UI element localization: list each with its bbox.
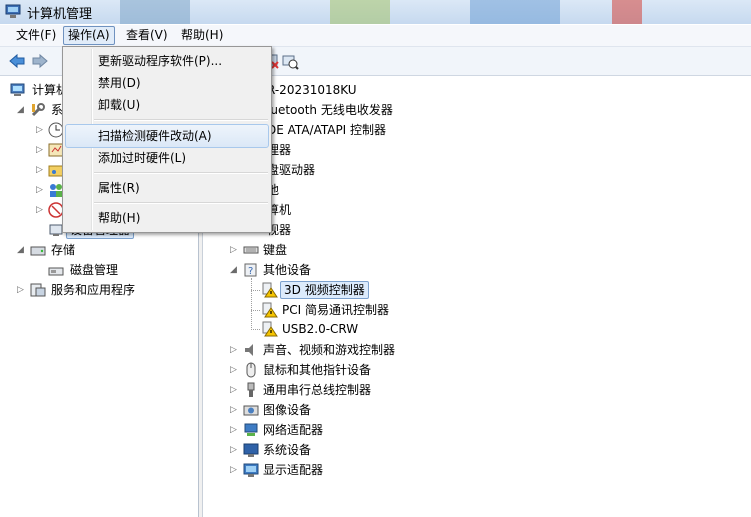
- computer-icon: [10, 83, 25, 96]
- collapse-arrow-icon[interactable]: ◢: [16, 100, 25, 120]
- menu-item-scan-hardware[interactable]: 扫描检测硬件改动(A): [65, 124, 269, 148]
- tree-label: 通用串行总线控制器: [263, 383, 372, 397]
- menu-item-add-legacy-hardware[interactable]: 添加过时硬件(L): [65, 147, 269, 169]
- tree-label: USB2.0-CRW: [282, 322, 359, 336]
- menu-item-properties[interactable]: 属性(R): [65, 177, 269, 199]
- tree-label: 网络适配器: [263, 423, 324, 437]
- tree-node-disk-management[interactable]: 磁盘管理: [48, 260, 138, 280]
- menu-view[interactable]: 查看(V): [122, 27, 172, 44]
- tree-label: luetooth 无线电收发器: [267, 103, 393, 117]
- tree-label: 盘驱动器: [267, 163, 316, 177]
- network-adapter-icon: [244, 423, 258, 436]
- usb-icon: [247, 382, 255, 397]
- tree-node-3d-video-controller[interactable]: 3D 视频控制器: [260, 280, 370, 300]
- services-icon: [30, 283, 46, 297]
- expand-arrow-icon[interactable]: ▷: [229, 440, 238, 460]
- forward-arrow-icon[interactable]: [31, 52, 49, 70]
- other-devices-icon: ?: [244, 263, 257, 277]
- menu-separator: [94, 202, 268, 204]
- window-title: 计算机管理: [27, 7, 93, 22]
- tree-label: 键盘: [263, 243, 288, 257]
- expand-arrow-icon[interactable]: ▷: [35, 160, 44, 180]
- device-tree-pane: R-20231018KU luetooth 无线电收发器 DE ATA/ATAP…: [204, 77, 751, 517]
- title-bg-decoration: [330, 0, 390, 24]
- menu-action[interactable]: 操作(A): [63, 26, 115, 45]
- expand-arrow-icon[interactable]: ▷: [229, 360, 238, 380]
- menu-item-update-driver[interactable]: 更新驱动程序软件(P)...: [65, 50, 269, 72]
- menu-help[interactable]: 帮助(H): [177, 27, 227, 44]
- tree-node-services-apps[interactable]: 服务和应用程序: [30, 280, 150, 300]
- tree-label: 存储: [51, 243, 76, 257]
- expand-arrow-icon[interactable]: ▷: [16, 280, 25, 300]
- menu-file[interactable]: 文件(F): [12, 27, 60, 44]
- tree-label: 鼠标和其他指针设备: [263, 363, 372, 377]
- expand-arrow-icon[interactable]: ▷: [35, 140, 44, 160]
- tree-line: [251, 290, 260, 291]
- menu-item-label: 属性(R): [98, 181, 140, 195]
- tree-label: 服务和应用程序: [51, 283, 136, 297]
- title-bg-decoration: [120, 0, 190, 24]
- tree-label: PCI 简易通讯控制器: [282, 303, 389, 317]
- tree-label: R-20231018KU: [267, 83, 357, 97]
- expand-arrow-icon[interactable]: ▷: [229, 380, 238, 400]
- title-bg-decoration: [470, 0, 560, 24]
- collapse-arrow-icon[interactable]: ◢: [16, 240, 25, 260]
- menu-item-label: 禁用(D): [98, 76, 141, 90]
- expand-arrow-icon[interactable]: ▷: [229, 420, 238, 440]
- tree-label: 图像设备: [263, 403, 312, 417]
- svg-text:?: ?: [248, 266, 253, 277]
- tree-label-selected: 3D 视频控制器: [280, 281, 369, 299]
- tree-line: [251, 329, 260, 330]
- title-bg-decoration: [612, 0, 642, 24]
- menu-bar: 文件(F) 操作(A) 查看(V) 帮助(H): [0, 25, 751, 47]
- menu-separator: [94, 172, 268, 174]
- camera-icon: [243, 405, 259, 416]
- expand-arrow-icon[interactable]: ▷: [35, 120, 44, 140]
- disk-management-icon: [48, 267, 64, 276]
- menu-item-label: 卸载(U): [98, 98, 141, 112]
- menu-item-label: 帮助(H): [98, 211, 141, 225]
- tree-label: 声音、视频和游戏控制器: [263, 343, 396, 357]
- expand-arrow-icon[interactable]: ▷: [229, 400, 238, 420]
- warning-device-icon: [262, 282, 278, 298]
- computer-management-icon: [5, 4, 21, 18]
- tree-label: 显示适配器: [263, 463, 324, 477]
- warning-device-icon: [262, 302, 278, 318]
- menu-separator: [94, 119, 268, 121]
- collapse-arrow-icon[interactable]: ◢: [229, 260, 238, 280]
- storage-icon: [30, 246, 46, 256]
- title-bar: 计算机管理: [0, 0, 751, 24]
- expand-arrow-icon[interactable]: ▷: [229, 240, 238, 260]
- tree-label: 磁盘管理: [70, 263, 119, 277]
- tree-label: 系统设备: [263, 443, 312, 457]
- tree-label: 其他设备: [263, 263, 312, 277]
- speaker-icon: [245, 344, 253, 356]
- tree-node-computer[interactable]: 计算机: [10, 80, 70, 100]
- back-arrow-icon[interactable]: [8, 52, 26, 70]
- expand-arrow-icon[interactable]: ▷: [35, 200, 44, 220]
- menu-item-label: 添加过时硬件(L): [98, 151, 187, 165]
- tree-label: DE ATA/ATAPI 控制器: [267, 123, 387, 137]
- tree-node-storage[interactable]: 存储: [30, 240, 90, 260]
- system-devices-icon: [243, 443, 259, 457]
- expand-arrow-icon[interactable]: ▷: [229, 340, 238, 360]
- warning-device-icon: [262, 321, 278, 337]
- keyboard-icon: [243, 246, 259, 254]
- tools-icon: [31, 103, 45, 117]
- scan-hardware-icon[interactable]: [281, 52, 299, 70]
- action-dropdown-menu: 更新驱动程序软件(P)... 禁用(D) 卸载(U) 扫描检测硬件改动(A) 添…: [62, 46, 272, 233]
- mouse-icon: [246, 362, 256, 378]
- menu-item-disable[interactable]: 禁用(D): [65, 72, 269, 94]
- menu-item-uninstall[interactable]: 卸载(U): [65, 94, 269, 116]
- menu-item-help[interactable]: 帮助(H): [65, 207, 269, 229]
- expand-arrow-icon[interactable]: ▷: [35, 180, 44, 200]
- menu-item-label: 扫描检测硬件改动(A): [98, 129, 212, 143]
- tree-line: [251, 310, 260, 311]
- menu-item-label: 更新驱动程序软件(P)...: [98, 54, 223, 68]
- tree-line: [251, 278, 252, 328]
- expand-arrow-icon[interactable]: ▷: [229, 460, 238, 480]
- display-adapter-icon: [243, 463, 259, 477]
